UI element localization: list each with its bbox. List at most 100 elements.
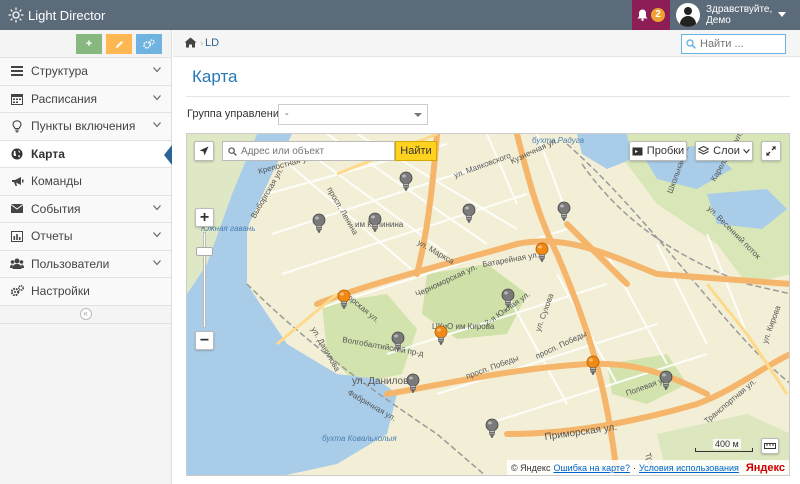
lamp-off-marker-icon[interactable] — [557, 201, 571, 223]
lamp-off-marker-icon[interactable] — [485, 418, 499, 440]
lamp-off-marker-icon[interactable] — [501, 288, 515, 310]
attribution-copyright: © Яндекс — [511, 462, 551, 473]
layers-button[interactable]: Слои — [695, 141, 753, 161]
expand-icon — [766, 146, 776, 156]
sidebar-item-label: Настройки — [31, 284, 90, 299]
bar-chart-icon — [10, 229, 24, 243]
layers-icon — [698, 146, 710, 155]
notifications-badge: 2 — [651, 8, 665, 22]
avatar — [676, 3, 700, 27]
chevron-down-icon — [153, 232, 161, 238]
notifications-button[interactable]: 2 — [632, 0, 670, 30]
breadcrumb-current[interactable]: LD — [205, 37, 219, 49]
user-greeting-line1: Здравствуйте, — [706, 4, 773, 15]
breadcrumb: › LD — [173, 30, 800, 57]
sidebar-item-label: Отчеты — [31, 229, 73, 244]
map-scale-label: 400 м — [713, 439, 741, 449]
traffic-icon — [632, 147, 643, 155]
lamp-off-marker-icon[interactable] — [406, 373, 420, 395]
chevron-down-icon — [153, 67, 161, 73]
home-icon[interactable] — [184, 37, 197, 48]
lamp-on-marker-icon[interactable] — [337, 289, 351, 311]
ruler-icon — [764, 443, 776, 449]
lamp-off-marker-icon[interactable] — [368, 212, 382, 234]
zoom-out-button[interactable]: − — [195, 331, 214, 350]
search-icon — [228, 146, 237, 156]
bullhorn-icon — [10, 174, 24, 188]
chevron-down-icon — [153, 259, 161, 265]
search-icon — [686, 39, 696, 49]
lamp-on-marker-icon[interactable] — [535, 242, 549, 264]
lamp-on-marker-icon[interactable] — [586, 355, 600, 377]
double-chevron-left-icon: « — [79, 308, 92, 320]
sidebar-item-schedules[interactable]: Расписания — [0, 85, 171, 113]
control-group-select[interactable]: - — [278, 104, 428, 125]
sidebar-item-switch-points[interactable]: Пункты включения — [0, 113, 171, 141]
cogs-icon — [10, 284, 24, 298]
sidebar-item-reports[interactable]: Отчеты — [0, 223, 171, 251]
layers-label: Слои — [713, 145, 740, 157]
users-icon — [10, 257, 24, 271]
group-label: Группа управления — [187, 108, 285, 120]
user-menu[interactable]: Здравствуйте, Демо — [672, 0, 800, 30]
map-search-input[interactable] — [241, 145, 386, 157]
ruler-button[interactable] — [761, 438, 779, 454]
fullscreen-button[interactable] — [761, 141, 781, 161]
calendar-icon — [10, 92, 24, 106]
sidebar-item-label: Структура — [31, 64, 88, 79]
map-search — [222, 141, 395, 161]
map-label-danilova2: ул. Данилова — [352, 376, 414, 387]
report-error-link[interactable]: Ошибка на карте? — [553, 463, 630, 473]
search-input[interactable] — [700, 38, 780, 50]
page-title: Карта — [192, 67, 238, 86]
map-find-button[interactable]: Найти — [395, 141, 437, 161]
map-view[interactable]: бухта Радуга бухта Ковальхолыя Южная гав… — [186, 133, 790, 476]
map-label-bay2: бухта Ковальхолыя — [322, 434, 397, 443]
lightbulb-icon — [10, 119, 24, 133]
app-title: Light Director — [28, 7, 106, 23]
traffic-label: Пробки — [646, 145, 685, 157]
sidebar-item-map[interactable]: Карта — [0, 140, 172, 168]
terms-link[interactable]: Условия использования — [639, 463, 739, 473]
sidebar-shortcuts: + — [0, 30, 171, 58]
caret-down-icon — [778, 12, 787, 17]
lamp-on-marker-icon[interactable] — [434, 325, 448, 347]
control-group-value: - — [285, 108, 289, 120]
zoom-slider-handle[interactable] — [196, 247, 213, 256]
sidebar-collapse-toggle[interactable]: « — [0, 306, 171, 324]
zoom-in-button[interactable]: + — [195, 208, 214, 227]
chevron-down-icon — [153, 204, 161, 210]
shortcut-settings-button[interactable] — [136, 34, 162, 54]
traffic-button[interactable]: Пробки — [629, 141, 687, 161]
app-brand[interactable]: Light Director — [8, 0, 105, 30]
sidebar-item-commands[interactable]: Команды — [0, 168, 171, 196]
active-indicator — [164, 144, 172, 165]
chevron-down-icon — [743, 148, 750, 154]
lamp-off-marker-icon[interactable] — [399, 171, 413, 193]
lamp-off-marker-icon[interactable] — [659, 370, 673, 392]
shortcut-add-button[interactable]: + — [76, 34, 102, 54]
shortcut-pencil-button[interactable] — [106, 34, 132, 54]
sidebar-item-structure[interactable]: Структура — [0, 58, 171, 86]
title-divider — [186, 96, 790, 97]
user-name: Демо — [706, 15, 731, 26]
map-attribution: © Яндекс Ошибка на карте? · Условия испо… — [507, 460, 789, 475]
lamp-off-marker-icon[interactable] — [391, 331, 405, 353]
caret-down-icon — [414, 113, 422, 117]
sidebar-item-label: Пункты включения — [31, 119, 136, 134]
cogs-icon — [143, 39, 155, 49]
breadcrumb-separator: › — [200, 38, 204, 49]
lamp-off-marker-icon[interactable] — [462, 203, 476, 225]
sidebar-item-events[interactable]: События — [0, 195, 171, 223]
lightbulb-logo-icon — [8, 7, 24, 23]
sidebar-item-settings[interactable]: Настройки — [0, 278, 171, 306]
chevron-down-icon — [153, 122, 161, 128]
sidebar-item-label: События — [31, 201, 81, 216]
navigation-arrow-icon — [199, 146, 209, 156]
sidebar-item-label: Команды — [31, 174, 82, 189]
locate-button[interactable] — [194, 141, 214, 161]
sidebar: + Структура Расписания Пункты включения … — [0, 30, 172, 484]
sidebar-item-users[interactable]: Пользователи — [0, 250, 171, 278]
yandex-logo: Яндекс — [745, 461, 785, 474]
lamp-off-marker-icon[interactable] — [312, 213, 326, 235]
